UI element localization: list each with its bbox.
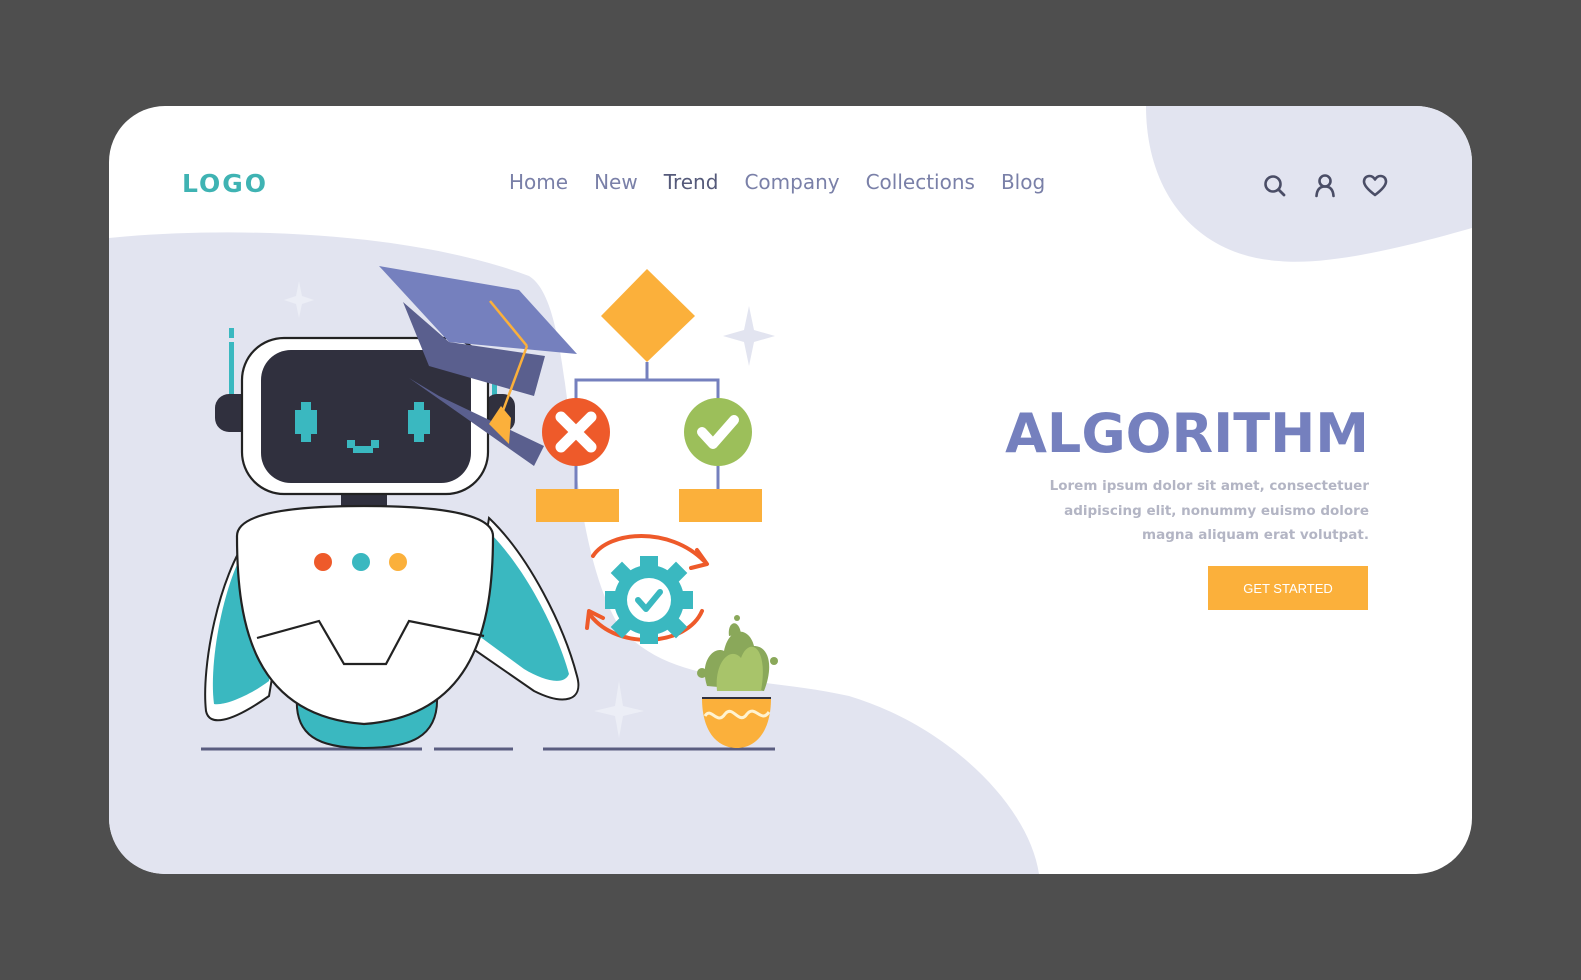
hero-title: ALGORITHM: [1005, 402, 1369, 465]
sparkle-icon: [284, 281, 314, 318]
landing-card: LOGO Home New Trend Company Collections …: [109, 106, 1472, 874]
hero-description: Lorem ipsum dolor sit amet, consectetuer…: [1049, 478, 1369, 543]
potted-plant: [697, 615, 778, 748]
robot-body: [235, 504, 495, 726]
flow-box-yes: [679, 489, 762, 522]
gear-cycle-icon: [585, 534, 709, 644]
sparkle-icon: [723, 306, 775, 366]
sparkle-icon: [594, 681, 644, 738]
indicator-light: [314, 553, 332, 571]
flowchart: [536, 269, 762, 522]
flow-box-no: [536, 489, 619, 522]
decision-diamond: [601, 269, 695, 362]
get-started-button[interactable]: GET STARTED: [1208, 566, 1368, 610]
robot: [204, 266, 580, 750]
indicator-light: [389, 553, 407, 571]
indicator-light: [352, 553, 370, 571]
robot-face-screen: [261, 350, 471, 483]
